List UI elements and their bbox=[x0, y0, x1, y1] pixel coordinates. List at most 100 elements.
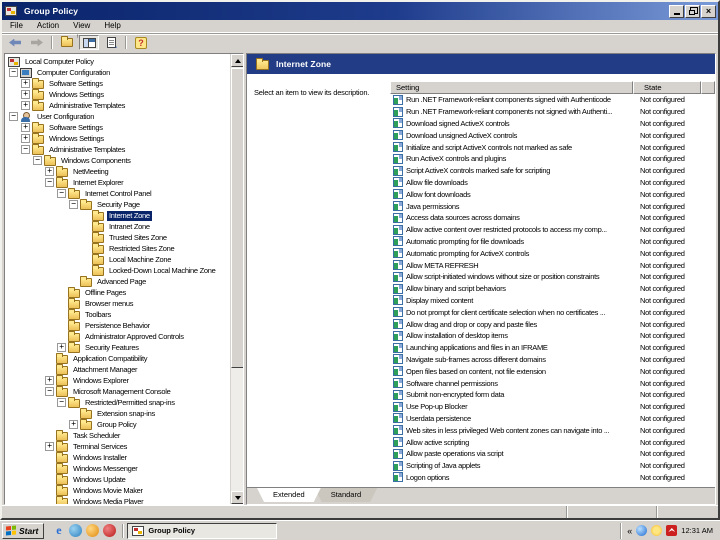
show-hide-console-tree-button[interactable] bbox=[79, 35, 99, 50]
tree-item-windows-components[interactable]: −Windows Components bbox=[5, 155, 230, 166]
tree-item-browser-menus[interactable]: Browser menus bbox=[5, 298, 230, 309]
setting-row-software-channel-permissions[interactable]: Software channel permissionsNot configur… bbox=[390, 377, 715, 389]
collapse-icon[interactable]: − bbox=[9, 68, 18, 77]
tree-item-windows-media-player[interactable]: Windows Media Player bbox=[5, 496, 230, 504]
tree-item-toolbars[interactable]: Toolbars bbox=[5, 309, 230, 320]
setting-row-navigate-sub-frames-across-different-dom[interactable]: Navigate sub-frames across different dom… bbox=[390, 354, 715, 366]
taskbar-task-group-policy[interactable]: Group Policy bbox=[127, 523, 277, 539]
tree-item-windows-explorer[interactable]: +Windows Explorer bbox=[5, 375, 230, 386]
tree-item-netmeeting[interactable]: +NetMeeting bbox=[5, 166, 230, 177]
setting-row-do-not-prompt-for-client-certificate-sel[interactable]: Do not prompt for client certificate sel… bbox=[390, 306, 715, 318]
setting-row-display-mixed-content[interactable]: Display mixed contentNot configured bbox=[390, 295, 715, 307]
orange-app-icon[interactable] bbox=[86, 524, 99, 537]
internet-explorer-icon[interactable]: e bbox=[52, 524, 65, 537]
setting-row-run-net-framework-reliant-components-sig[interactable]: Run .NET Framework-reliant components si… bbox=[390, 94, 715, 106]
tree-item-microsoft-management-console[interactable]: −Microsoft Management Console bbox=[5, 386, 230, 397]
tree-item-internet-explorer[interactable]: −Internet Explorer bbox=[5, 177, 230, 188]
setting-row-submit-non-encrypted-form-data[interactable]: Submit non-encrypted form dataNot config… bbox=[390, 389, 715, 401]
tree-item-persistence-behavior[interactable]: Persistence Behavior bbox=[5, 320, 230, 331]
tree-item-internet-control-panel[interactable]: −Internet Control Panel bbox=[5, 188, 230, 199]
tree-item-security-features[interactable]: +Security Features bbox=[5, 342, 230, 353]
tree-item-local-machine-zone[interactable]: Local Machine Zone bbox=[5, 254, 230, 265]
setting-row-allow-script-initiated-windows-without-s[interactable]: Allow script-initiated windows without s… bbox=[390, 271, 715, 283]
collapse-icon[interactable]: − bbox=[57, 189, 66, 198]
tree-item-task-scheduler[interactable]: Task Scheduler bbox=[5, 430, 230, 441]
tree-item-restricted-sites-zone[interactable]: Restricted Sites Zone bbox=[5, 243, 230, 254]
tree-item-windows-settings[interactable]: +Windows Settings bbox=[5, 133, 230, 144]
setting-row-logon-options[interactable]: Logon optionsNot configured bbox=[390, 472, 715, 484]
tree-item-local-computer-policy[interactable]: Local Computer Policy bbox=[5, 56, 230, 67]
tree-item-windows-settings[interactable]: +Windows Settings bbox=[5, 89, 230, 100]
tree-item-windows-installer[interactable]: Windows Installer bbox=[5, 452, 230, 463]
tree-item-administrator-approved-controls[interactable]: Administrator Approved Controls bbox=[5, 331, 230, 342]
setting-row-allow-installation-of-desktop-items[interactable]: Allow installation of desktop itemsNot c… bbox=[390, 330, 715, 342]
antivirus-tray-icon[interactable] bbox=[666, 525, 677, 536]
tree-item-locked-down-local-machine-zone[interactable]: Locked-Down Local Machine Zone bbox=[5, 265, 230, 276]
tree-item-offline-pages[interactable]: Offline Pages bbox=[5, 287, 230, 298]
expand-icon[interactable]: + bbox=[69, 420, 78, 429]
setting-row-allow-active-scripting[interactable]: Allow active scriptingNot configured bbox=[390, 436, 715, 448]
close-button[interactable]: × bbox=[701, 5, 716, 18]
column-header-setting[interactable]: Setting bbox=[390, 81, 633, 94]
tree-item-user-configuration[interactable]: −User Configuration bbox=[5, 111, 230, 122]
collapse-icon[interactable]: − bbox=[21, 145, 30, 154]
setting-row-automatic-prompting-for-activex-controls[interactable]: Automatic prompting for ActiveX controls… bbox=[390, 247, 715, 259]
tree-scrollbar[interactable] bbox=[230, 54, 243, 504]
tab-standard[interactable]: Standard bbox=[315, 488, 377, 502]
red-app-icon[interactable] bbox=[103, 524, 116, 537]
expand-icon[interactable]: + bbox=[45, 442, 54, 451]
explorer-blue-icon[interactable] bbox=[69, 524, 82, 537]
setting-row-automatic-prompting-for-file-downloads[interactable]: Automatic prompting for file downloadsNo… bbox=[390, 236, 715, 248]
setting-row-allow-paste-operations-via-script[interactable]: Allow paste operations via scriptNot con… bbox=[390, 448, 715, 460]
tree-item-software-settings[interactable]: +Software Settings bbox=[5, 122, 230, 133]
setting-row-allow-drag-and-drop-or-copy-and-paste-fi[interactable]: Allow drag and drop or copy and paste fi… bbox=[390, 318, 715, 330]
setting-row-use-pop-up-blocker[interactable]: Use Pop-up BlockerNot configured bbox=[390, 401, 715, 413]
tree-item-software-settings[interactable]: +Software Settings bbox=[5, 78, 230, 89]
minimize-button[interactable] bbox=[669, 5, 684, 18]
tree-item-windows-messenger[interactable]: Windows Messenger bbox=[5, 463, 230, 474]
column-header-state[interactable]: State bbox=[633, 81, 701, 94]
setting-row-web-sites-in-less-privileged-web-content[interactable]: Web sites in less privileged Web content… bbox=[390, 424, 715, 436]
tree-item-attachment-manager[interactable]: Attachment Manager bbox=[5, 364, 230, 375]
menu-item-action[interactable]: Action bbox=[30, 20, 66, 32]
tree-item-security-page[interactable]: −Security Page bbox=[5, 199, 230, 210]
menu-item-view[interactable]: View bbox=[66, 20, 97, 32]
tree-item-terminal-services[interactable]: +Terminal Services bbox=[5, 441, 230, 452]
setting-row-download-signed-activex-controls[interactable]: Download signed ActiveX controlsNot conf… bbox=[390, 118, 715, 130]
scrollbar-thumb[interactable] bbox=[231, 68, 244, 368]
collapse-icon[interactable]: − bbox=[45, 387, 54, 396]
setting-row-allow-binary-and-script-behaviors[interactable]: Allow binary and script behaviorsNot con… bbox=[390, 283, 715, 295]
expand-icon[interactable]: + bbox=[21, 90, 30, 99]
tree-item-computer-configuration[interactable]: −Computer Configuration bbox=[5, 67, 230, 78]
expand-icon[interactable]: + bbox=[21, 101, 30, 110]
restore-button[interactable] bbox=[685, 5, 700, 18]
setting-row-allow-font-downloads[interactable]: Allow font downloadsNot configured bbox=[390, 188, 715, 200]
tree-item-restricted-permitted-snap-ins[interactable]: −Restricted/Permitted snap-ins bbox=[5, 397, 230, 408]
setting-row-allow-active-content-over-restricted-pro[interactable]: Allow active content over restricted pro… bbox=[390, 224, 715, 236]
tree-item-application-compatibility[interactable]: Application Compatibility bbox=[5, 353, 230, 364]
tree-item-extension-snap-ins[interactable]: Extension snap-ins bbox=[5, 408, 230, 419]
collapse-icon[interactable]: − bbox=[33, 156, 42, 165]
tree-item-administrative-templates[interactable]: −Administrative Templates bbox=[5, 144, 230, 155]
export-list-button[interactable] bbox=[101, 35, 121, 50]
tree-item-advanced-page[interactable]: Advanced Page bbox=[5, 276, 230, 287]
expand-icon[interactable]: + bbox=[45, 167, 54, 176]
forward-button[interactable] bbox=[27, 35, 47, 50]
titlebar[interactable]: Group Policy × bbox=[2, 2, 718, 20]
expand-icon[interactable]: + bbox=[21, 123, 30, 132]
expand-icon[interactable]: + bbox=[57, 343, 66, 352]
collapse-icon[interactable]: − bbox=[57, 398, 66, 407]
up-one-level-button[interactable]: ↑ bbox=[57, 35, 77, 50]
collapse-icon[interactable]: − bbox=[45, 178, 54, 187]
tree-item-intranet-zone[interactable]: Intranet Zone bbox=[5, 221, 230, 232]
tab-extended[interactable]: Extended bbox=[257, 488, 321, 502]
tree-item-trusted-sites-zone[interactable]: Trusted Sites Zone bbox=[5, 232, 230, 243]
tree-item-group-policy[interactable]: +Group Policy bbox=[5, 419, 230, 430]
tree-item-internet-zone[interactable]: Internet Zone bbox=[5, 210, 230, 221]
help-button[interactable]: ? bbox=[131, 35, 151, 50]
scroll-up-button[interactable] bbox=[231, 54, 244, 67]
expand-icon[interactable]: + bbox=[21, 134, 30, 143]
blue-globe-tray-icon[interactable] bbox=[636, 525, 647, 536]
collapse-icon[interactable]: − bbox=[9, 112, 18, 121]
expand-icon[interactable]: + bbox=[45, 376, 54, 385]
